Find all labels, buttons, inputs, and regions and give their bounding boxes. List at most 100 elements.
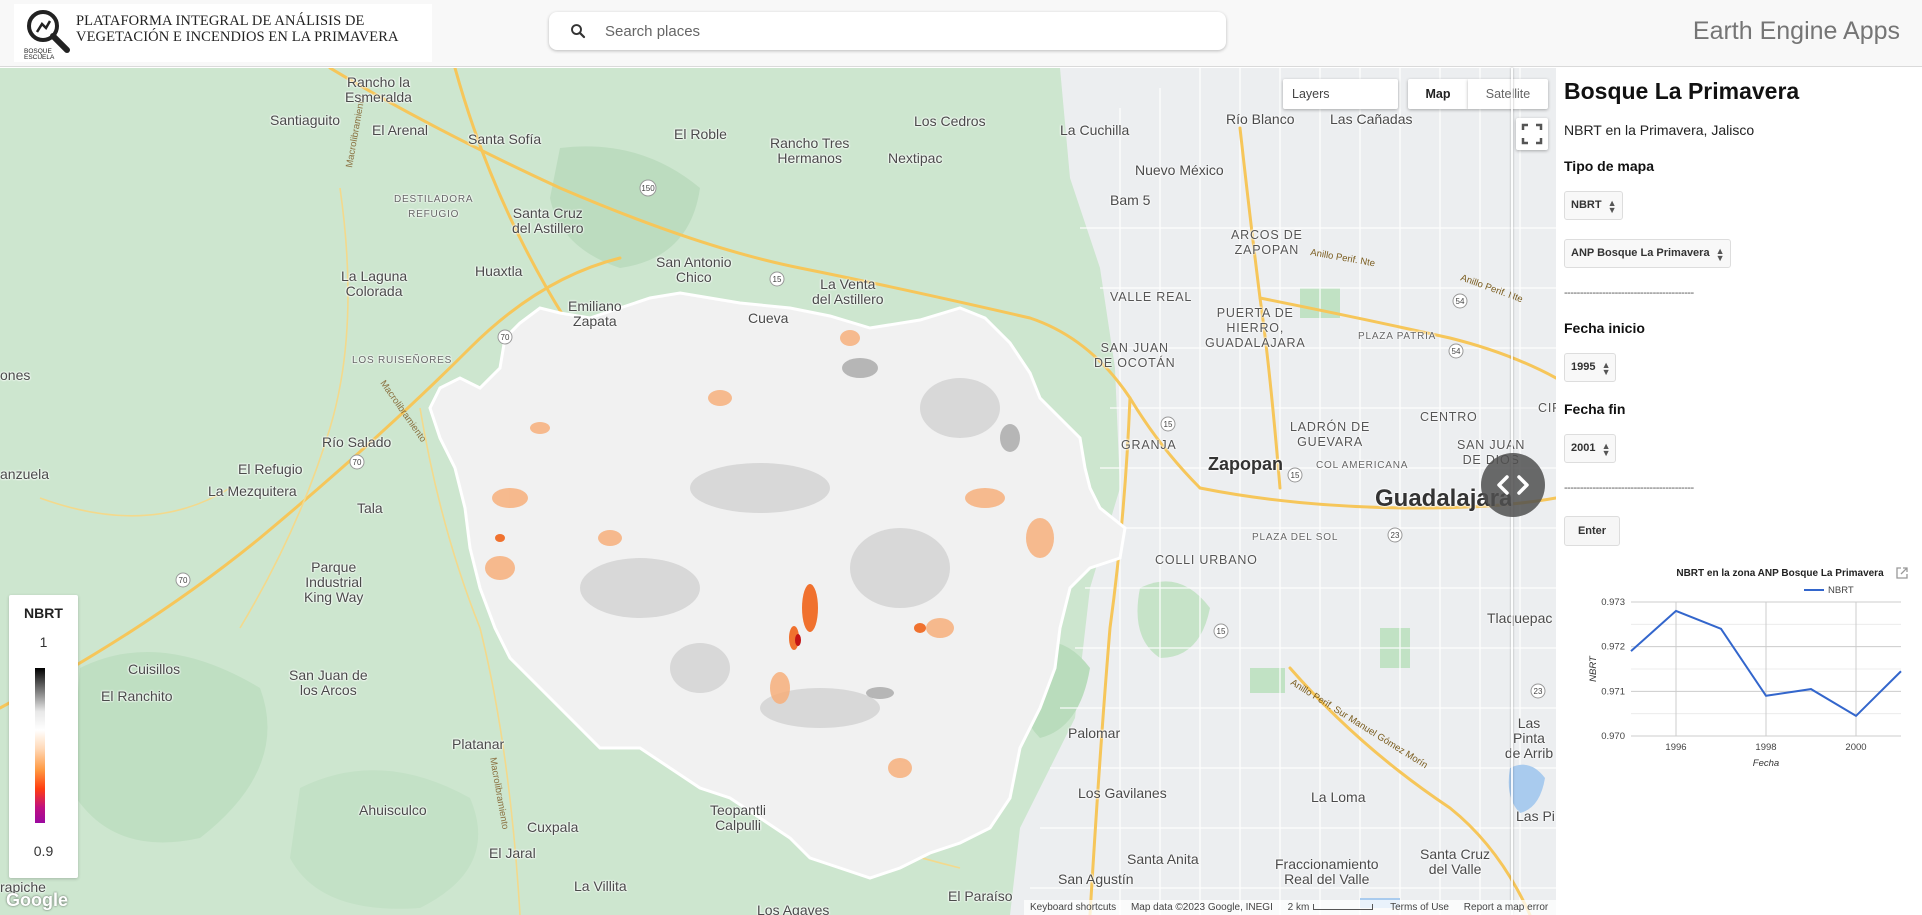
select-down-arrow-icon: ▼ [1601,448,1611,458]
legend-title: NBRT [24,605,63,621]
place-santiaguito: Santiaguito [270,112,341,128]
legend-max-value: 1 [39,634,48,650]
place-bam5: Bam 5 [1110,192,1151,208]
svg-text:15: 15 [1291,471,1300,480]
chart-y-axis-title: NBRT [1588,655,1599,682]
place-arcos: ARCOS DE ZAPOPAN [1231,228,1303,257]
place-la-villita: La Villita [574,878,627,894]
place-santa-cruz: Santa Cruz del Astillero [512,205,584,236]
svg-text:54: 54 [1456,297,1465,306]
report-map-error-link[interactable]: Report a map error [1464,902,1548,913]
fullscreen-icon [1521,123,1543,145]
svg-text:70: 70 [179,576,188,585]
place-tlaquepaque: Tlaquepac [1487,610,1553,626]
select-down-arrow-icon: ▼ [1607,205,1617,215]
panel-subtitle: NBRT en la Primavera, Jalisco [1564,122,1755,138]
end-date-label: Fecha fin [1564,401,1626,417]
platform-title-line2: VEGETACIÓN E INCENDIOS EN LA PRIMAVERA [76,29,399,45]
place-las-canadas: Las Cañadas [1330,111,1413,127]
fullscreen-button[interactable] [1516,118,1548,150]
zone-select-value: ANP Bosque La Primavera [1571,247,1710,259]
place-zapopan: Zapopan [1208,454,1283,474]
map-type-satellite-button[interactable]: Satellite [1468,79,1548,109]
map-type-map-button[interactable]: Map [1408,79,1468,109]
place-parque: Parque Industrial King Way [304,559,364,605]
split-panel-handle[interactable] [1481,453,1545,517]
start-year-value: 1995 [1571,361,1596,373]
enter-button[interactable]: Enter [1564,516,1620,546]
earth-engine-apps-brand[interactable]: Earth Engine Apps [1693,17,1900,46]
place-centro: CENTRO [1420,410,1478,424]
scale-bar-line [1313,904,1374,911]
chart-y-tick-label: 0.972 [1601,642,1625,653]
place-la-mezquitera: La Mezquitera [208,483,297,499]
nbrt-legend: NBRT 1 0.9 [9,595,78,878]
separator-2: ----------------------------------------… [1564,482,1694,494]
map-canvas[interactable]: 150 15 70 70 70 15 15 15 23 54 54 23 Ani… [0,68,1556,915]
keyboard-shortcuts-link[interactable]: Keyboard shortcuts [1030,902,1116,913]
map-type-label: Tipo de mapa [1564,158,1654,174]
place-cueva: Cueva [748,310,789,326]
control-panel: Bosque La Primavera NBRT en la Primavera… [1556,68,1922,915]
end-year-select[interactable]: 2001 ▲ ▼ [1564,434,1617,463]
start-date-label: Fecha inicio [1564,320,1645,336]
logo-caption-bottom: ESCUELA [24,54,55,59]
place-el-jaral: El Jaral [489,845,536,861]
panel-title: Bosque La Primavera [1564,78,1800,104]
place-el-roble: El Roble [674,126,727,142]
google-logo[interactable]: Google [6,890,68,911]
place-las-pi: Las Pi [1516,808,1555,824]
search-box[interactable] [549,12,1226,50]
chart-x-tick-label: 1998 [1755,742,1776,753]
svg-text:15: 15 [1164,420,1173,429]
place-los-gavilanes: Los Gavilanes [1078,785,1167,801]
svg-text:15: 15 [1217,627,1226,636]
nbrt-chart: NBRT en la zona ANP Bosque La Primavera 0… [1564,562,1916,842]
place-fracc: Fraccionamiento Real del Valle [1275,856,1379,887]
map-data-credit: Map data ©2023 Google, INEGI [1130,902,1273,913]
search-input[interactable] [605,20,1205,42]
terms-of-use-link[interactable]: Terms of Use [1390,902,1449,913]
place-tala: Tala [357,500,383,516]
scale-bar[interactable]: 2 km [1288,902,1310,913]
nbrt-chart-svg: NBRT en la zona ANP Bosque La Primavera 0… [1588,568,1902,769]
svg-text:70: 70 [353,458,362,467]
layers-dropdown[interactable]: Layers [1283,79,1398,109]
select-down-arrow-icon: ▼ [1715,253,1725,263]
place-rio-blanco: Río Blanco [1226,111,1295,127]
chart-y-tick-label: 0.973 [1601,597,1625,608]
place-la-loma: La Loma [1311,789,1366,805]
map-attribution: Keyboard shortcuts Map data ©2023 Google… [1024,900,1556,915]
place-ones: ones [0,367,31,383]
place-el-arenal: El Arenal [372,122,429,138]
chart-x-axis-title: Fecha [1753,758,1779,769]
place-rancho-tres: Rancho Tres Hermanos [770,135,850,166]
place-la-laguna: La Laguna Colorada [341,268,408,299]
place-ladron: LADRÓN DE GUEVARA [1290,420,1371,449]
place-destiladora: DESTILADORA REFUGIO [394,194,474,220]
place-san-agustin: San Agustín [1058,871,1134,887]
chart-popout-icon[interactable] [1895,566,1909,580]
place-el-paraiso: El Paraíso [948,888,1013,904]
search-icon [571,24,586,39]
place-los-agaves: Los Agaves [757,902,830,915]
svg-text:54: 54 [1452,347,1461,356]
place-platanar: Platanar [452,736,505,752]
app-header: BOSQUE ESCUELA PLATAFORMA INTEGRAL DE AN… [0,0,1922,67]
chart-title: NBRT en la zona ANP Bosque La Primavera [1676,568,1884,579]
start-year-select[interactable]: 1995 ▲ ▼ [1564,353,1617,382]
place-cuxpala: Cuxpala [527,819,579,835]
svg-text:23: 23 [1534,687,1543,696]
chart-y-tick-label: 0.971 [1601,686,1625,697]
svg-text:15: 15 [773,275,782,284]
zone-select[interactable]: ANP Bosque La Primavera ▲ ▼ [1564,239,1731,268]
place-puerta: PUERTA DE HIERRO, GUADALAJARA [1205,306,1306,350]
platform-title: PLATAFORMA INTEGRAL DE ANÁLISIS DE VEGET… [76,13,426,45]
place-los-ruisenores: LOS RUISEÑORES [352,355,453,366]
platform-title-line1: PLATAFORMA INTEGRAL DE ANÁLISIS DE [76,13,365,29]
place-la-cuchilla: La Cuchilla [1060,122,1130,138]
place-nuevo-mexico: Nuevo México [1135,162,1224,178]
code-arrows-icon [1497,475,1529,495]
map-type-select[interactable]: NBRT ▲ ▼ [1564,191,1623,220]
separator-1: ----------------------------------------… [1564,287,1694,299]
